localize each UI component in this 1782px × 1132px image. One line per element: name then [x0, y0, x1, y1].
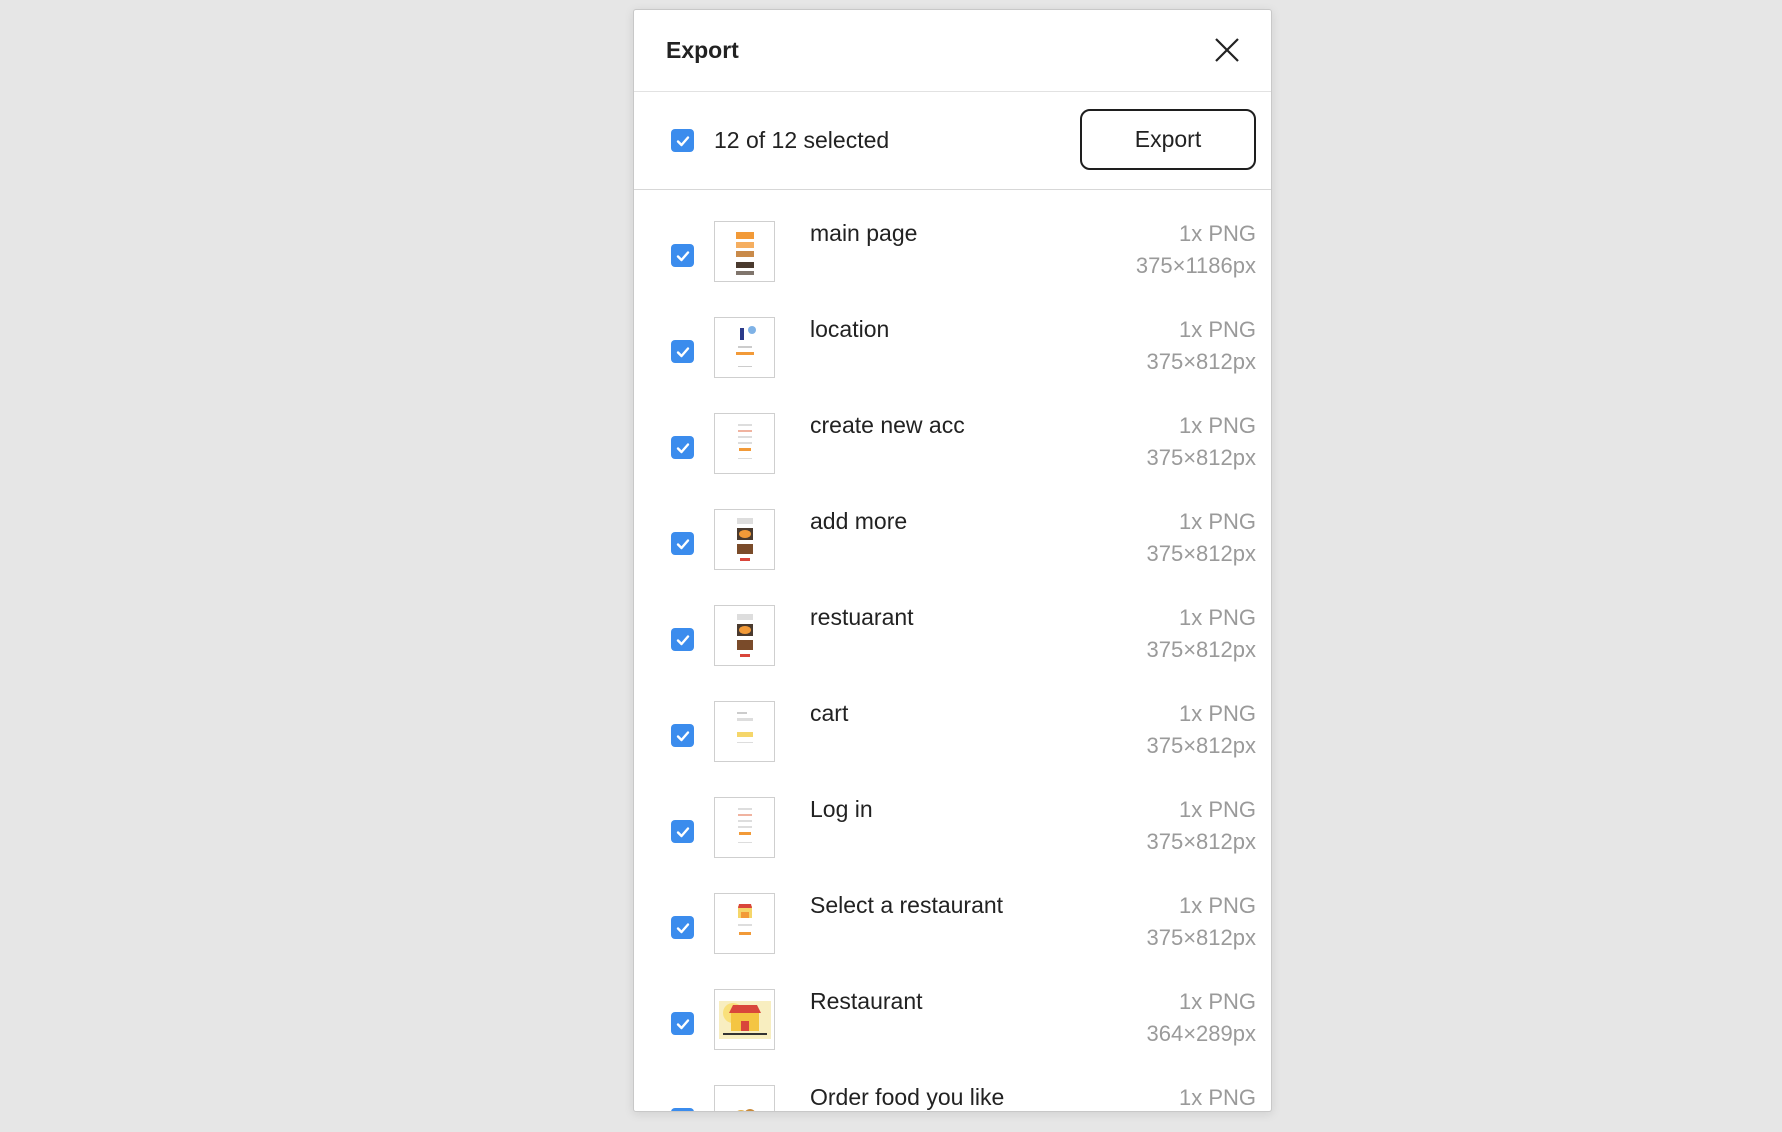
item-format: 1x PNG — [1178, 1085, 1256, 1110]
item-name: cart — [810, 700, 849, 726]
item-meta: 1x PNG 375×812px — [1147, 314, 1257, 378]
item-format: 1x PNG — [1178, 605, 1256, 630]
item-meta: 1x PNG 375×812px — [1147, 602, 1257, 666]
item-checkbox[interactable] — [671, 628, 694, 651]
item-format: 1x PNG — [1178, 989, 1256, 1014]
item-thumbnail — [714, 797, 775, 858]
item-name: restuarant — [810, 604, 914, 630]
export-dialog: Export 12 of 12 selected Export main pag… — [633, 9, 1272, 1112]
item-meta: 1x PNG 375×812px — [1147, 794, 1257, 858]
check-icon — [675, 1112, 691, 1113]
list-item[interactable]: Select a restaurant 1x PNG 375×812px — [634, 888, 1271, 984]
check-icon — [676, 634, 689, 645]
export-list: main page 1x PNG 375×1186px location 1x … — [634, 190, 1271, 1113]
check-icon — [676, 346, 689, 357]
check-icon — [676, 1018, 689, 1029]
item-meta: 1x PNG 364×289px — [1147, 986, 1257, 1050]
select-all-checkbox[interactable] — [671, 129, 694, 152]
item-dimensions: 375×812px — [1146, 829, 1257, 854]
item-thumbnail — [714, 605, 775, 666]
item-name: location — [810, 316, 890, 342]
list-item[interactable]: Restaurant 1x PNG 364×289px — [634, 984, 1271, 1080]
list-item[interactable]: cart 1x PNG 375×812px — [634, 696, 1271, 792]
item-format: 1x PNG — [1178, 893, 1256, 918]
item-meta: 1x PNG 375×812px — [1147, 506, 1257, 570]
selection-toolbar: 12 of 12 selected Export — [634, 92, 1271, 190]
item-checkbox[interactable] — [671, 820, 694, 843]
item-format: 1x PNG — [1178, 701, 1256, 726]
list-item[interactable]: main page 1x PNG 375×1186px — [634, 216, 1271, 312]
item-dimensions: 375×812px — [1146, 733, 1257, 758]
check-icon — [676, 135, 689, 146]
item-thumbnail — [714, 317, 775, 378]
item-dimensions: 375×1186px — [1135, 253, 1256, 278]
list-item[interactable]: add more 1x PNG 375×812px — [634, 504, 1271, 600]
dialog-title: Export — [666, 37, 739, 63]
item-dimensions: 375×812px — [1146, 637, 1257, 662]
item-thumbnail — [714, 701, 775, 762]
item-checkbox[interactable] — [671, 340, 694, 363]
item-dimensions: 375×812px — [1146, 445, 1257, 470]
item-dimensions: 375×812px — [1146, 925, 1257, 950]
list-item[interactable]: location 1x PNG 375×812px — [634, 312, 1271, 408]
item-format: 1x PNG — [1178, 797, 1256, 822]
check-icon — [676, 538, 689, 549]
item-meta: 1x PNG 375×812px — [1147, 410, 1257, 474]
item-format: 1x PNG — [1178, 413, 1256, 438]
list-item[interactable]: Order food you like 1x PNG — [634, 1080, 1271, 1113]
item-name: Select a restaurant — [810, 892, 1004, 918]
item-checkbox[interactable] — [671, 916, 694, 939]
check-icon — [676, 922, 689, 933]
check-icon — [676, 250, 689, 261]
close-icon[interactable] — [1207, 30, 1247, 70]
item-thumbnail — [714, 509, 775, 570]
list-item[interactable]: Log in 1x PNG 375×812px — [634, 792, 1271, 888]
dialog-header: Export — [634, 10, 1271, 92]
check-icon — [676, 826, 689, 837]
item-dimensions: 375×812px — [1146, 541, 1257, 566]
item-checkbox[interactable] — [671, 724, 694, 747]
item-name: create new acc — [810, 412, 965, 438]
item-meta: 1x PNG 375×1186px — [1136, 218, 1256, 282]
check-icon — [676, 730, 689, 741]
item-format: 1x PNG — [1178, 221, 1256, 246]
item-checkbox[interactable] — [671, 1108, 694, 1113]
item-thumbnail — [714, 893, 775, 954]
item-thumbnail — [714, 989, 775, 1050]
item-thumbnail — [714, 1085, 775, 1111]
item-checkbox[interactable] — [671, 244, 694, 267]
item-meta: 1x PNG — [1178, 1082, 1256, 1111]
selection-count: 12 of 12 selected — [714, 127, 890, 153]
check-icon — [676, 442, 689, 453]
item-name: main page — [810, 220, 918, 246]
item-thumbnail — [714, 413, 775, 474]
item-name: Log in — [810, 796, 873, 822]
export-button[interactable]: Export — [1080, 109, 1256, 170]
item-meta: 1x PNG 375×812px — [1147, 698, 1257, 762]
item-format: 1x PNG — [1178, 509, 1256, 534]
item-checkbox[interactable] — [671, 532, 694, 555]
item-dimensions: 364×289px — [1146, 1021, 1257, 1046]
list-item[interactable]: restuarant 1x PNG 375×812px — [634, 600, 1271, 696]
list-item[interactable]: create new acc 1x PNG 375×812px — [634, 408, 1271, 504]
item-name: Order food you like — [810, 1084, 1005, 1110]
item-format: 1x PNG — [1178, 317, 1256, 342]
item-name: add more — [810, 508, 908, 534]
item-thumbnail — [714, 221, 775, 282]
item-name: Restaurant — [810, 988, 923, 1014]
item-checkbox[interactable] — [671, 436, 694, 459]
item-checkbox[interactable] — [671, 1012, 694, 1035]
item-dimensions: 375×812px — [1146, 349, 1257, 374]
item-meta: 1x PNG 375×812px — [1147, 890, 1257, 954]
